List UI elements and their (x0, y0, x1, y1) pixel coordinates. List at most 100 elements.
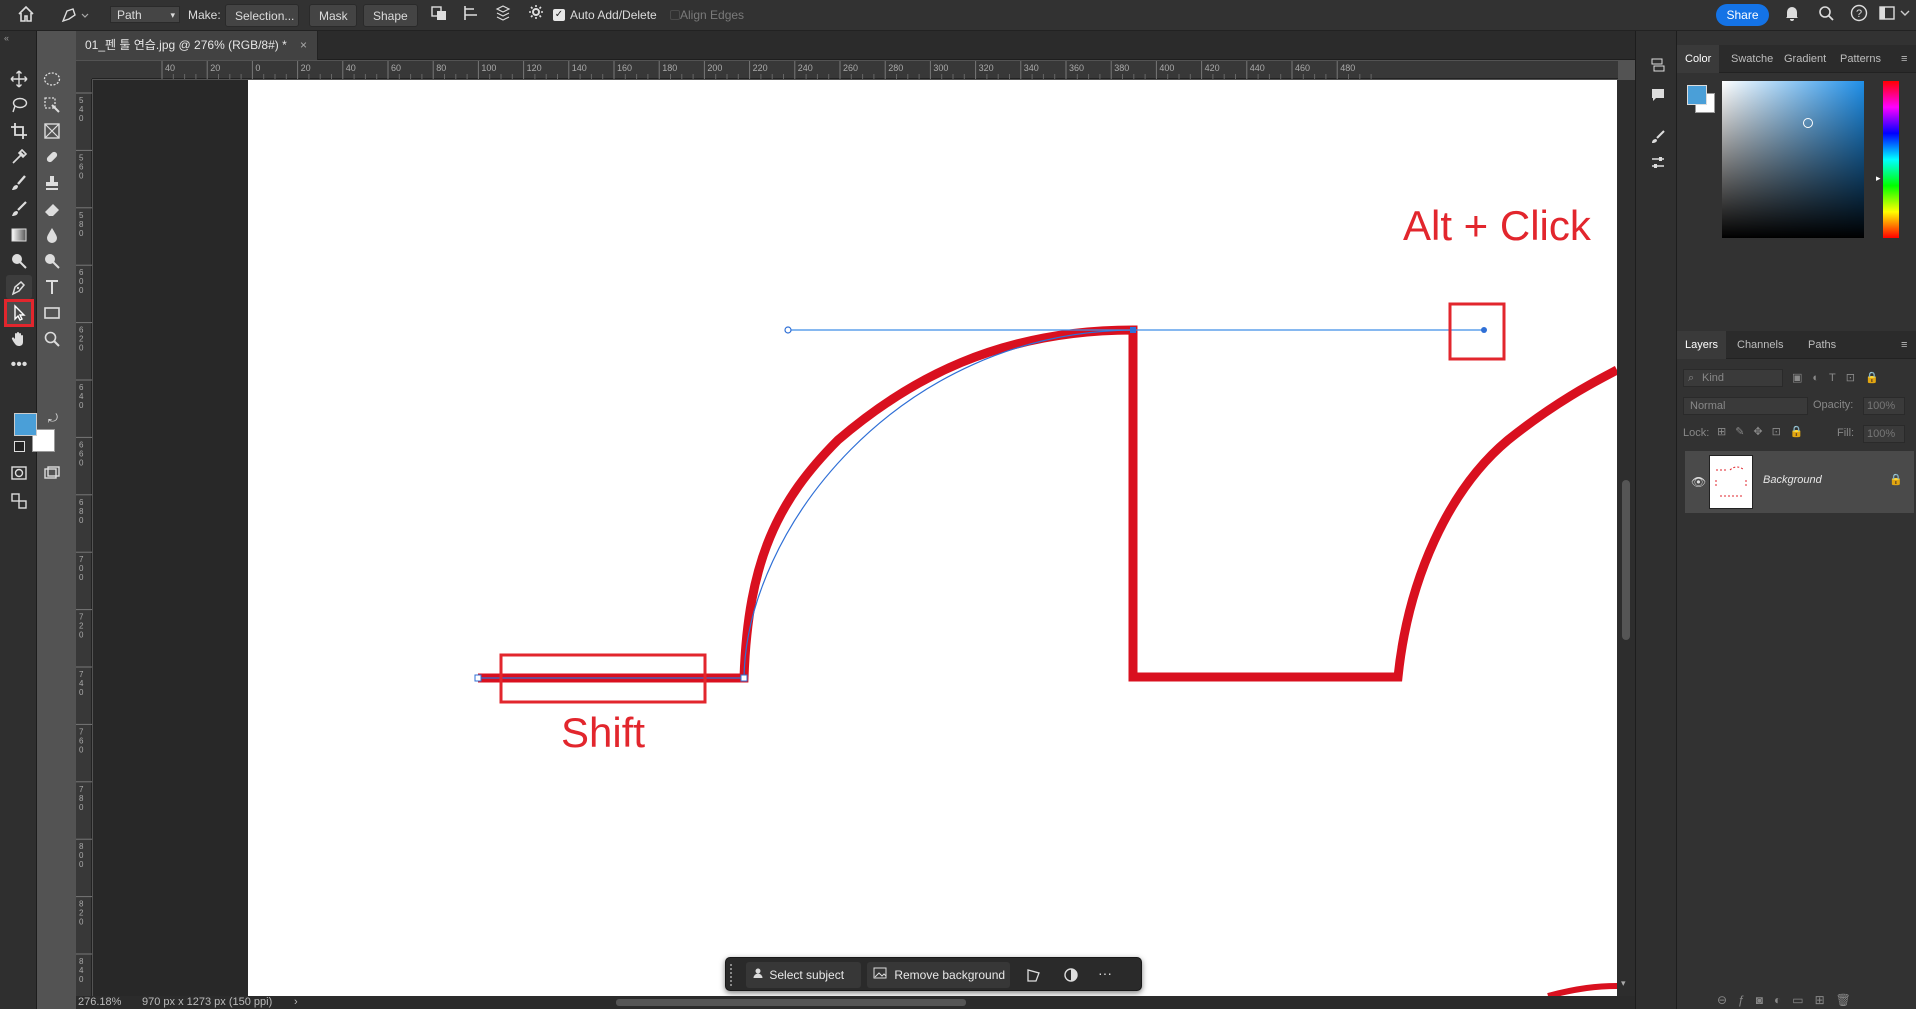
tab-gradients[interactable]: Gradient (1784, 45, 1826, 73)
bell-icon[interactable] (1784, 4, 1802, 27)
tab-paths[interactable]: Paths (1808, 331, 1836, 359)
hand-tool-icon[interactable] (6, 327, 32, 351)
horizontal-ruler[interactable]: 40 20 0 20 40 60 80 100 120 140 160 180 200 220 240 260… (92, 61, 1618, 79)
drag-handle-icon[interactable] (730, 964, 734, 986)
tab-layers[interactable]: Layers (1677, 331, 1727, 359)
path-arrangement-icon[interactable] (494, 4, 514, 27)
select-subject-button[interactable]: Select subject (746, 962, 861, 988)
help-icon[interactable]: ? (1850, 4, 1868, 27)
lasso-tool-icon[interactable] (6, 93, 32, 117)
color-picker-cursor[interactable] (1803, 118, 1813, 128)
horizontal-scroll-thumb[interactable] (616, 999, 966, 1006)
anchor-point[interactable] (1130, 327, 1136, 333)
quick-mask-icon[interactable] (6, 461, 32, 485)
crop-tool-icon[interactable] (6, 119, 32, 143)
anchor-point[interactable] (474, 674, 482, 682)
hue-slider[interactable] (1883, 81, 1899, 238)
swap-colors-icon[interactable]: ⤾ (48, 411, 58, 426)
layer-filter-icons[interactable]: ▣◐T⊡🔒 (1792, 369, 1912, 387)
marquee-tool-icon[interactable] (39, 67, 65, 91)
blur-tool-icon[interactable] (39, 223, 65, 247)
adjustments-icon[interactable] (1650, 155, 1666, 174)
gradient-tool-icon[interactable] (6, 223, 32, 247)
document-tab[interactable]: 01_펜 툴 연습.jpg @ 276% (RGB/8#) * × (76, 31, 318, 60)
default-colors-icon[interactable] (14, 441, 25, 452)
foreground-color-swatch[interactable] (14, 413, 37, 436)
tab-channels[interactable]: Channels (1737, 331, 1783, 359)
blend-mode-select[interactable]: Normal (1683, 397, 1808, 415)
frame-tool-icon[interactable] (39, 119, 65, 143)
layer-filter-kind[interactable]: ⌕ Kind (1683, 369, 1783, 387)
move-tool-icon[interactable] (6, 67, 32, 91)
path-operations-icon[interactable] (430, 4, 450, 27)
type-tool-icon[interactable] (39, 275, 65, 299)
share-button[interactable]: Share (1716, 4, 1769, 26)
lock-icons[interactable]: ⊞✎✥⊡🔒 (1717, 425, 1813, 438)
adjustment-icon[interactable] (1063, 967, 1079, 986)
document-canvas[interactable]: Alt + Click Shift (248, 80, 1617, 996)
zoom-tool-icon[interactable] (39, 327, 65, 351)
eraser-tool-icon[interactable] (39, 197, 65, 221)
vertical-scrollbar[interactable]: ▾ (1617, 80, 1635, 996)
auto-add-delete-checkbox[interactable]: ✓ (553, 4, 567, 27)
panel-menu-icon[interactable]: ≡ (1901, 331, 1907, 359)
history-brush-tool-icon[interactable] (6, 197, 32, 221)
anchor-point[interactable] (740, 674, 748, 682)
path-alignment-icon[interactable] (462, 4, 482, 27)
color-field[interactable] (1722, 81, 1864, 238)
panel-menu-icon[interactable]: ≡ (1901, 45, 1907, 73)
fill-input[interactable]: 100% (1863, 425, 1905, 443)
edit-toolbar-icon[interactable] (6, 489, 32, 513)
remove-background-button[interactable]: Remove background (867, 962, 1010, 988)
tab-color[interactable]: Color (1677, 45, 1720, 73)
ruler-origin[interactable] (76, 61, 92, 79)
zoom-level[interactable]: 276.18% (78, 996, 121, 1009)
direct-selection-tool-icon[interactable] (4, 299, 34, 327)
vertical-ruler[interactable]: 5405605806006206406606807007207407607808… (76, 79, 92, 997)
pen-tool-icon[interactable] (6, 275, 32, 299)
history-icon[interactable] (1650, 57, 1666, 76)
shape-button[interactable]: Shape (363, 4, 418, 27)
more-tools-icon[interactable]: ••• (6, 353, 32, 377)
eyedropper-tool-icon[interactable] (6, 145, 32, 169)
rectangle-tool-icon[interactable] (39, 301, 65, 325)
workspace-icon[interactable] (1878, 4, 1896, 27)
brush-tool-icon[interactable] (6, 171, 32, 195)
document-info[interactable]: 970 px x 1273 px (150 ppi) (142, 996, 272, 1009)
mask-button[interactable]: Mask (309, 4, 357, 27)
transform-icon[interactable] (1026, 967, 1042, 986)
brush-settings-icon[interactable] (1650, 129, 1666, 148)
comments-icon[interactable] (1650, 87, 1666, 106)
path-mode-select[interactable]: Path ▾ (110, 6, 180, 23)
color-panel-foreground[interactable] (1687, 85, 1707, 105)
sponge-tool-icon[interactable] (39, 249, 65, 273)
scroll-down-icon[interactable]: ▾ (1621, 978, 1626, 989)
direction-handle[interactable] (784, 326, 792, 334)
close-tab-icon[interactable]: × (300, 31, 307, 60)
object-selection-tool-icon[interactable] (39, 93, 65, 117)
more-options-icon[interactable]: ··· (1098, 965, 1112, 981)
scroll-thumb[interactable] (1622, 480, 1630, 640)
screen-mode-icon[interactable] (39, 461, 65, 485)
tab-swatches[interactable]: Swatche (1731, 45, 1773, 73)
direction-handle[interactable] (1481, 327, 1487, 333)
pen-tool-preset-icon[interactable] (58, 4, 92, 27)
clone-stamp-tool-icon[interactable] (39, 171, 65, 195)
home-icon[interactable] (16, 4, 40, 27)
hue-slider-handle[interactable]: ▸ (1876, 173, 1881, 184)
chevron-down-icon[interactable] (1900, 4, 1912, 27)
canvas-area[interactable]: Alt + Click Shift (93, 80, 1617, 996)
dodge-tool-icon[interactable] (6, 249, 32, 273)
selection-button[interactable]: Selection... (225, 4, 299, 27)
collapse-icon[interactable]: « (4, 33, 9, 43)
gear-icon[interactable] (528, 4, 548, 27)
layers-bottom-actions[interactable]: ⊖ƒ◙◐▭⊞🗑 (1717, 993, 1912, 1007)
search-icon[interactable] (1818, 4, 1836, 27)
layer-name[interactable]: Background (1763, 474, 1822, 486)
opacity-input[interactable]: 100% (1863, 397, 1905, 415)
chevron-right-icon[interactable]: › (294, 996, 298, 1009)
tab-patterns[interactable]: Patterns (1840, 45, 1881, 73)
layer-row[interactable]: 👁 Background 🔒 (1685, 451, 1914, 513)
eye-icon[interactable]: 👁 (1691, 475, 1706, 489)
healing-brush-tool-icon[interactable] (39, 145, 65, 169)
